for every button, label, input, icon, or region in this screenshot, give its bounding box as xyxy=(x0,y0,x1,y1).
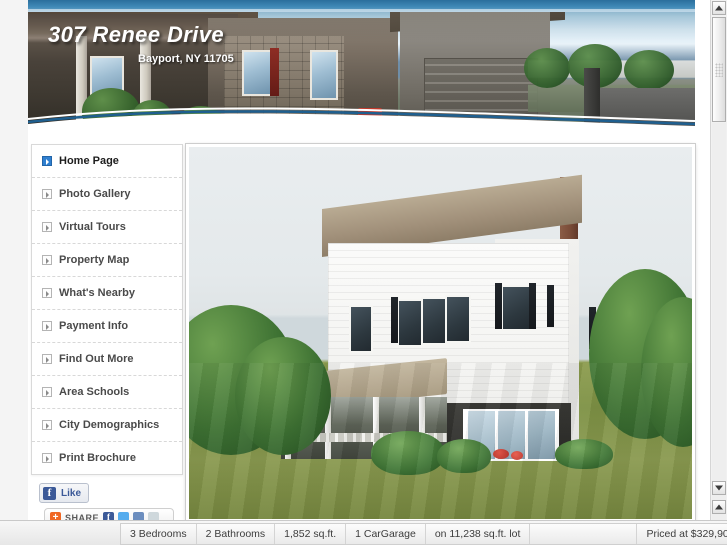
facebook-like-button[interactable]: f Like xyxy=(39,483,90,503)
house-shutter xyxy=(529,283,536,329)
sidebar-item-label: Find Out More xyxy=(59,353,134,365)
detail-garage: 1 CarGarage xyxy=(346,524,426,544)
sidebar-item-label: Property Map xyxy=(59,254,130,266)
page-title: 307 Renee Drive xyxy=(48,22,224,47)
lawn xyxy=(189,362,692,519)
scrollbar-down-button[interactable] xyxy=(712,481,726,495)
sidebar-item-city-demographics[interactable]: City Demographics xyxy=(32,409,182,442)
chevron-right-icon xyxy=(42,453,52,463)
sidebar-item-print-brochure[interactable]: Print Brochure xyxy=(32,442,182,474)
sidebar-item-find-out-more[interactable]: Find Out More xyxy=(32,343,182,376)
arrow-up-icon xyxy=(715,504,723,510)
house-window xyxy=(421,297,447,345)
sidebar-navigation: Home Page Photo Gallery Virtual Tours Pr… xyxy=(31,144,183,475)
facebook-like-label: Like xyxy=(61,487,82,499)
house-shutter xyxy=(547,285,554,327)
chevron-right-icon xyxy=(42,222,52,232)
facebook-icon: f xyxy=(43,486,56,500)
chevron-right-icon xyxy=(42,156,52,166)
sidebar-item-label: City Demographics xyxy=(59,419,160,431)
sidebar-item-virtual-tours[interactable]: Virtual Tours xyxy=(32,211,182,244)
banner-photo xyxy=(28,0,695,131)
sidebar-item-property-map[interactable]: Property Map xyxy=(32,244,182,277)
property-photo xyxy=(186,144,695,521)
chevron-right-icon xyxy=(42,189,52,199)
chevron-right-icon xyxy=(42,288,52,298)
house-window xyxy=(349,305,373,353)
detail-lot-size: on 11,238 sq.ft. lot xyxy=(426,524,531,544)
arrow-down-icon xyxy=(715,485,723,491)
sidebar-item-area-schools[interactable]: Area Schools xyxy=(32,376,182,409)
banner-top-strip xyxy=(28,0,695,12)
sidebar-item-payment-info[interactable]: Payment Info xyxy=(32,310,182,343)
sidebar-item-whats-nearby[interactable]: What's Nearby xyxy=(32,277,182,310)
house-window xyxy=(397,299,423,347)
sidebar-item-home-page[interactable]: Home Page xyxy=(32,145,182,178)
header-banner: 307 Renee Drive Bayport, NY 11705 xyxy=(28,0,695,131)
chevron-right-icon xyxy=(42,321,52,331)
house-shutter xyxy=(495,283,502,329)
browser-viewport: 307 Renee Drive Bayport, NY 11705 Home P… xyxy=(0,0,727,545)
house-shutter xyxy=(391,297,398,343)
chevron-right-icon xyxy=(42,387,52,397)
detail-price: Priced at $329,900 xyxy=(646,528,727,540)
scrollbar-up-button-secondary[interactable] xyxy=(712,500,726,514)
detail-spacer xyxy=(530,524,638,544)
page-left-gutter xyxy=(0,0,29,521)
detail-square-feet: 1,852 sq.ft. xyxy=(275,524,347,544)
house-window xyxy=(501,285,531,331)
scrollbar-track[interactable] xyxy=(712,123,726,521)
house-window xyxy=(445,295,471,343)
detail-bathrooms: 2 Bathrooms xyxy=(197,524,276,544)
scrollbar-thumb[interactable] xyxy=(712,17,726,122)
chevron-right-icon xyxy=(42,255,52,265)
arrow-up-icon xyxy=(715,5,723,11)
sidebar-item-label: Virtual Tours xyxy=(59,221,126,233)
detail-bedrooms: 3 Bedrooms xyxy=(121,524,197,544)
sidebar-item-label: Home Page xyxy=(59,155,119,167)
sidebar-item-photo-gallery[interactable]: Photo Gallery xyxy=(32,178,182,211)
banner-shading-overlay xyxy=(28,0,695,131)
property-details-bar: 3 Bedrooms 2 Bathrooms 1,852 sq.ft. 1 Ca… xyxy=(0,520,727,545)
sidebar-item-label: Payment Info xyxy=(59,320,129,332)
sidebar-item-label: Area Schools xyxy=(59,386,130,398)
property-photo-scene xyxy=(189,147,692,519)
sidebar-item-label: Print Brochure xyxy=(59,452,137,464)
sidebar-item-label: What's Nearby xyxy=(59,287,135,299)
property-page: 307 Renee Drive Bayport, NY 11705 Home P… xyxy=(28,0,700,521)
content-area: Home Page Photo Gallery Virtual Tours Pr… xyxy=(28,131,695,521)
chevron-right-icon xyxy=(42,420,52,430)
sidebar-item-label: Photo Gallery xyxy=(59,188,131,200)
property-details-strip: 3 Bedrooms 2 Bathrooms 1,852 sq.ft. 1 Ca… xyxy=(120,523,727,545)
page-scrollbar[interactable] xyxy=(710,0,727,521)
page-subtitle: Bayport, NY 11705 xyxy=(138,53,234,65)
scrollbar-up-button[interactable] xyxy=(712,1,726,15)
scrollbar-grip xyxy=(715,62,723,77)
chevron-right-icon xyxy=(42,354,52,364)
